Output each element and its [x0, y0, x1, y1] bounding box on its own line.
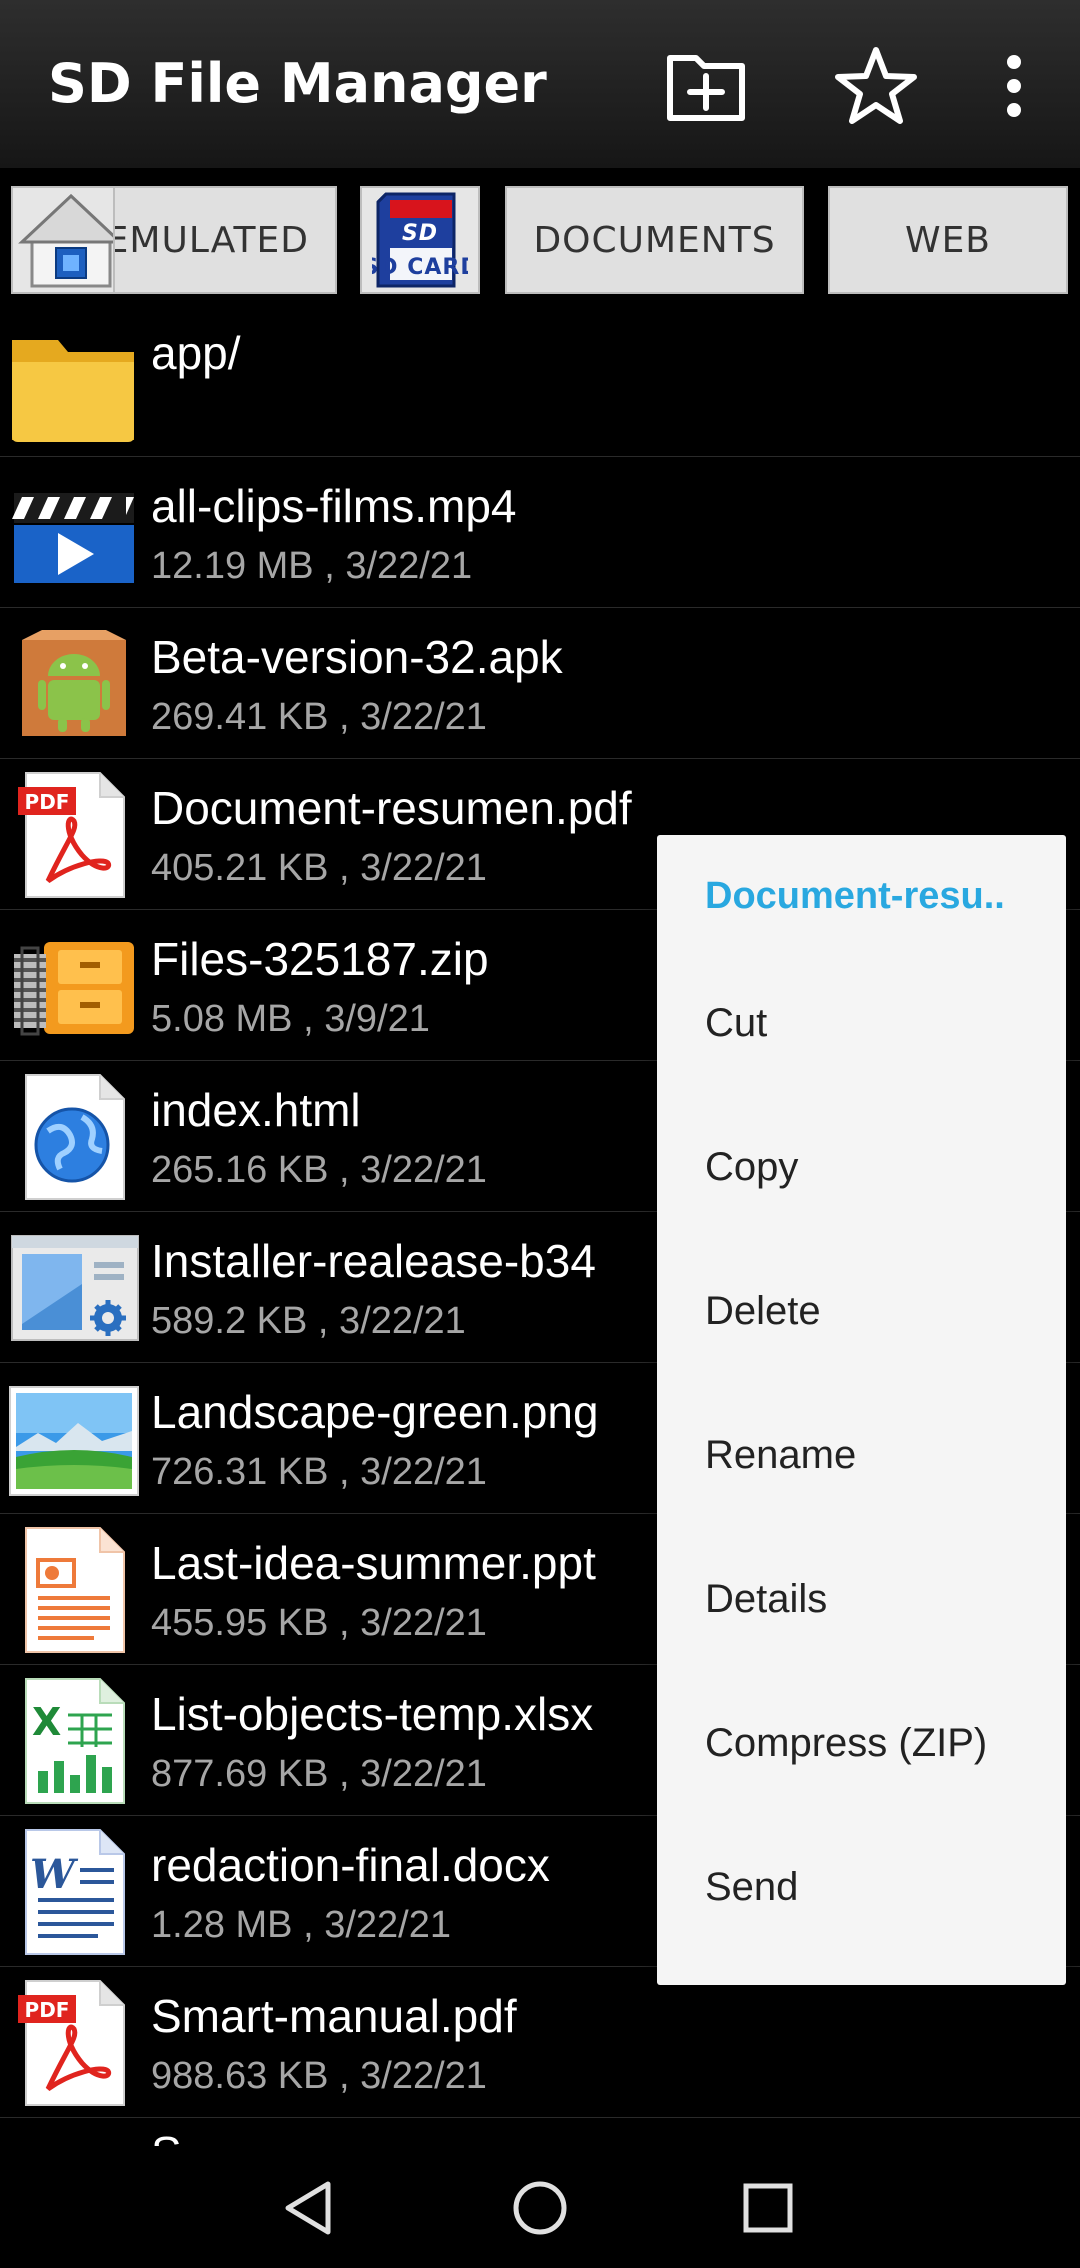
back-triangle-icon — [285, 2181, 331, 2235]
app-root: SD File Manager EMULATED SD D CAR DOCUME… — [0, 0, 1080, 2268]
excel-icon: X — [25, 1678, 125, 1804]
menu-item-label: Compress (ZIP) — [705, 1720, 988, 1765]
menu-item-delete[interactable]: Delete — [657, 1239, 1066, 1383]
location-web-button[interactable]: WEB — [828, 186, 1068, 294]
location-label: DOCUMENTS — [533, 219, 776, 261]
installer-icon — [11, 1235, 139, 1341]
menu-item-cut[interactable]: Cut — [657, 951, 1066, 1095]
file-name: S — [151, 2126, 182, 2146]
file-meta: 988.63 KB , 3/22/21 — [151, 2055, 487, 2097]
file-icon — [8, 2128, 140, 2146]
location-label: WEB — [904, 219, 992, 261]
file-meta: 1.28 MB , 3/22/21 — [151, 1904, 451, 1946]
nav-home-button[interactable] — [498, 2166, 582, 2250]
svg-text:SD: SD — [402, 221, 438, 246]
file-name: List-objects-temp.xlsx — [151, 1688, 594, 1740]
home-icon — [18, 193, 124, 288]
favorites-button[interactable] — [834, 44, 918, 128]
file-meta: 877.69 KB , 3/22/21 — [151, 1753, 487, 1795]
image-icon — [9, 1386, 139, 1496]
file-row[interactable]: Beta-version-32.apk 269.41 KB , 3/22/21 — [0, 608, 1080, 759]
app-bar: SD File Manager — [0, 0, 1080, 168]
file-meta: 589.2 KB , 3/22/21 — [151, 1300, 466, 1342]
file-meta: 455.95 KB , 3/22/21 — [151, 1602, 487, 1644]
file-row[interactable]: all-clips-films.mp4 12.19 MB , 3/22/21 — [0, 457, 1080, 608]
file-meta: 5.08 MB , 3/9/21 — [151, 998, 430, 1040]
file-name: Smart-manual.pdf — [151, 1990, 517, 2042]
menu-item-compress-zip[interactable]: Compress (ZIP) — [657, 1671, 1066, 1815]
video-icon — [12, 493, 134, 583]
file-row[interactable]: app/ — [0, 306, 1080, 457]
file-name: Landscape-green.png — [151, 1386, 599, 1438]
new-folder-button[interactable] — [664, 44, 748, 128]
menu-item-label: Rename — [705, 1432, 857, 1477]
file-meta: 269.41 KB , 3/22/21 — [151, 696, 487, 738]
location-bar: EMULATED SD SD CARD DOCUMENTS WEB — [0, 168, 1080, 306]
nav-back-button[interactable] — [268, 2166, 352, 2250]
pdf-icon: PDF — [18, 1980, 125, 2106]
recents-square-icon — [743, 2183, 793, 2233]
zip-icon — [14, 942, 134, 1036]
svg-text:W: W — [30, 1851, 79, 1898]
folder-plus-icon — [667, 55, 745, 121]
home-circle-icon — [513, 2181, 567, 2235]
more-vert-icon — [1007, 55, 1021, 117]
svg-text:PDF: PDF — [25, 1998, 70, 2022]
html-globe-icon — [25, 1074, 125, 1200]
overflow-menu-button[interactable] — [972, 44, 1056, 128]
location-emulated-button[interactable]: EMULATED — [113, 186, 337, 294]
menu-item-label: Copy — [705, 1144, 799, 1189]
menu-item-details[interactable]: Details — [657, 1527, 1066, 1671]
file-name: all-clips-films.mp4 — [151, 480, 517, 532]
menu-item-send[interactable]: Send — [657, 1815, 1066, 1959]
menu-item-copy[interactable]: Copy — [657, 1095, 1066, 1239]
ppt-icon — [25, 1527, 125, 1653]
file-name: Last-idea-summer.ppt — [151, 1537, 596, 1589]
file-meta: 265.16 KB , 3/22/21 — [151, 1149, 487, 1191]
file-meta: 405.21 KB , 3/22/21 — [151, 847, 487, 889]
file-name: Files-325187.zip — [151, 933, 489, 985]
location-sdcard-button[interactable]: SD SD CARD — [360, 186, 480, 294]
system-nav-bar — [0, 2148, 1080, 2268]
file-name: Document-resumen.pdf — [151, 782, 632, 834]
menu-item-label: Send — [705, 1864, 799, 1909]
file-meta: 726.31 KB , 3/22/21 — [151, 1451, 487, 1493]
menu-item-label: Delete — [705, 1288, 821, 1333]
file-row[interactable]: S — [0, 2118, 1080, 2146]
pdf-icon: PDF — [18, 772, 125, 898]
file-name: Installer-realease-b34 — [151, 1235, 596, 1287]
menu-item-label: Details — [705, 1576, 828, 1621]
svg-text:PDF: PDF — [25, 790, 70, 814]
location-documents-button[interactable]: DOCUMENTS — [505, 186, 804, 294]
svg-text:X: X — [32, 1700, 61, 1744]
file-name: Beta-version-32.apk — [151, 631, 563, 683]
word-icon: W — [25, 1829, 125, 1955]
location-label: EMULATED — [113, 219, 309, 261]
menu-item-rename[interactable]: Rename — [657, 1383, 1066, 1527]
menu-item-label: Cut — [705, 1000, 768, 1045]
folder-icon — [12, 340, 134, 442]
file-row[interactable]: PDF Smart-manual.pdf 988.63 KB , 3/22/21 — [0, 1967, 1080, 2118]
context-menu-title: Document-resu.. — [705, 875, 1005, 917]
file-name: app/ — [151, 327, 241, 379]
android-apk-icon — [22, 630, 126, 736]
sd-card-text: SD CARD — [372, 255, 468, 280]
file-name: redaction-final.docx — [151, 1839, 550, 1891]
sd-card-icon: SD SD CARD — [372, 192, 468, 288]
file-meta: 12.19 MB , 3/22/21 — [151, 545, 473, 587]
context-menu: Document-resu.. Send Compress (ZIP) Deta… — [657, 835, 1066, 1985]
file-name: index.html — [151, 1084, 361, 1136]
app-title: SD File Manager — [48, 52, 547, 115]
nav-recents-button[interactable] — [726, 2166, 810, 2250]
star-icon — [835, 47, 917, 124]
